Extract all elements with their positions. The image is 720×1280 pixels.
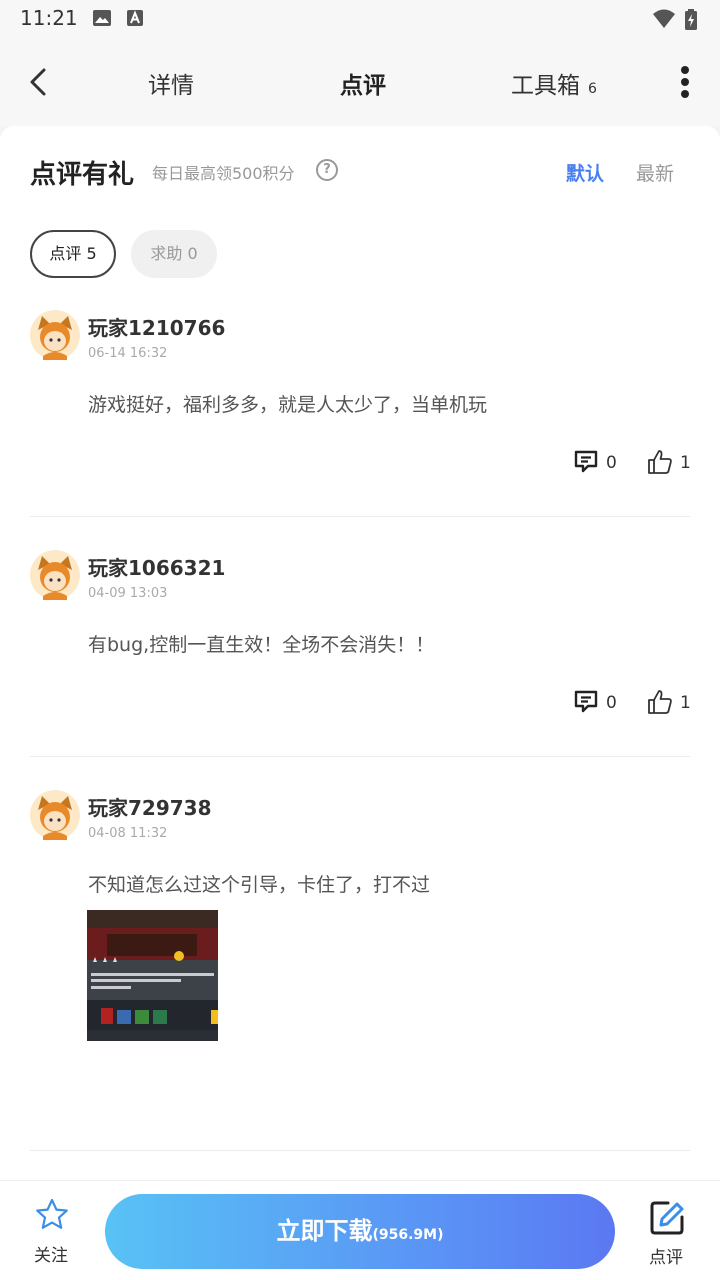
status-bar: 11:21 [0,0,720,40]
filter-reviews-chip[interactable]: 点评 5 [30,230,116,278]
like-count: 1 [680,693,691,713]
section-subtitle: 每日最高领500积分 [152,164,295,183]
review-text: 有bug,控制一直生效！全场不会消失！！ [88,634,435,656]
like-button[interactable]: 1 [646,448,696,478]
section-title: 点评有礼 [30,160,135,190]
divider [30,1150,690,1151]
comment-button[interactable]: 0 [572,688,632,718]
comment-icon [574,690,598,713]
tab-toolbox[interactable]: 工具箱 6 [511,66,597,100]
review-username[interactable]: 玩家1066321 [88,552,225,581]
follow-label: 关注 [34,1246,68,1266]
sort-latest-button[interactable]: 最新 [636,159,674,186]
battery-icon [685,9,697,30]
tab-toolbox-label: 工具箱 [511,73,580,99]
filter-help-chip[interactable]: 求助 0 [131,230,217,278]
wifi-icon [653,9,675,28]
thumbs-up-icon [648,690,672,714]
back-arrow-icon[interactable] [22,62,58,102]
star-icon [36,1198,68,1229]
status-time: 11:21 [20,6,78,30]
review-date: 06-14 16:32 [88,346,168,361]
top-navigation: 详情 点评 工具箱 6 [0,40,720,126]
review-date: 04-09 13:03 [88,586,168,601]
tab-details[interactable]: 详情 [148,66,194,100]
like-button[interactable]: 1 [646,688,696,718]
write-review-label: 点评 [649,1248,683,1268]
help-icon[interactable]: ? [316,159,338,181]
like-count: 1 [680,453,691,473]
review-text: 游戏挺好，福利多多，就是人太少了，当单机玩 [88,394,488,416]
review-username[interactable]: 玩家1210766 [88,312,225,341]
tab-toolbox-badge: 6 [588,81,597,97]
review-item: 玩家729738 04-08 11:32 不知道怎么过这个引导，卡住了，打不过 [30,790,690,1150]
comment-button[interactable]: 0 [572,448,632,478]
review-text: 不知道怎么过这个引导，卡住了，打不过 [88,874,431,896]
divider [30,756,690,757]
download-button[interactable]: 立即下载(956.9M) [105,1194,615,1269]
reviews-panel: 点评有礼 每日最高领500积分 ? 默认 最新 点评 5 求助 0 玩家1210… [0,126,720,1180]
divider [30,516,690,517]
app-notification-icon [127,10,143,26]
download-label: 立即下载 [276,1217,373,1245]
user-avatar[interactable] [30,550,80,600]
tab-reviews[interactable]: 点评 [340,66,386,100]
reviews-header: 点评有礼 每日最高领500积分 ? 默认 最新 [30,150,690,190]
thumbs-up-icon [648,450,672,474]
user-avatar[interactable] [30,790,80,840]
review-screenshot-thumbnail[interactable] [87,910,218,1041]
write-review-button[interactable]: 点评 [640,1197,696,1269]
review-date: 04-08 11:32 [88,826,168,841]
comment-count: 0 [606,453,617,473]
user-avatar[interactable] [30,310,80,360]
edit-icon [650,1201,684,1235]
review-username[interactable]: 玩家729738 [88,792,212,821]
bottom-action-bar: 关注 立即下载(956.9M) 点评 [0,1180,720,1280]
comment-count: 0 [606,693,617,713]
follow-button[interactable]: 关注 [20,1197,84,1267]
review-item: 玩家1066321 04-09 13:03 有bug,控制一直生效！全场不会消失… [30,550,691,750]
download-size: (956.9M) [372,1227,444,1243]
sort-default-button[interactable]: 默认 [566,159,604,186]
comment-icon [574,450,598,473]
more-options-icon[interactable] [675,64,695,104]
image-notification-icon [93,10,111,26]
review-item: 玩家1210766 06-14 16:32 游戏挺好，福利多多，就是人太少了，当… [30,310,691,510]
